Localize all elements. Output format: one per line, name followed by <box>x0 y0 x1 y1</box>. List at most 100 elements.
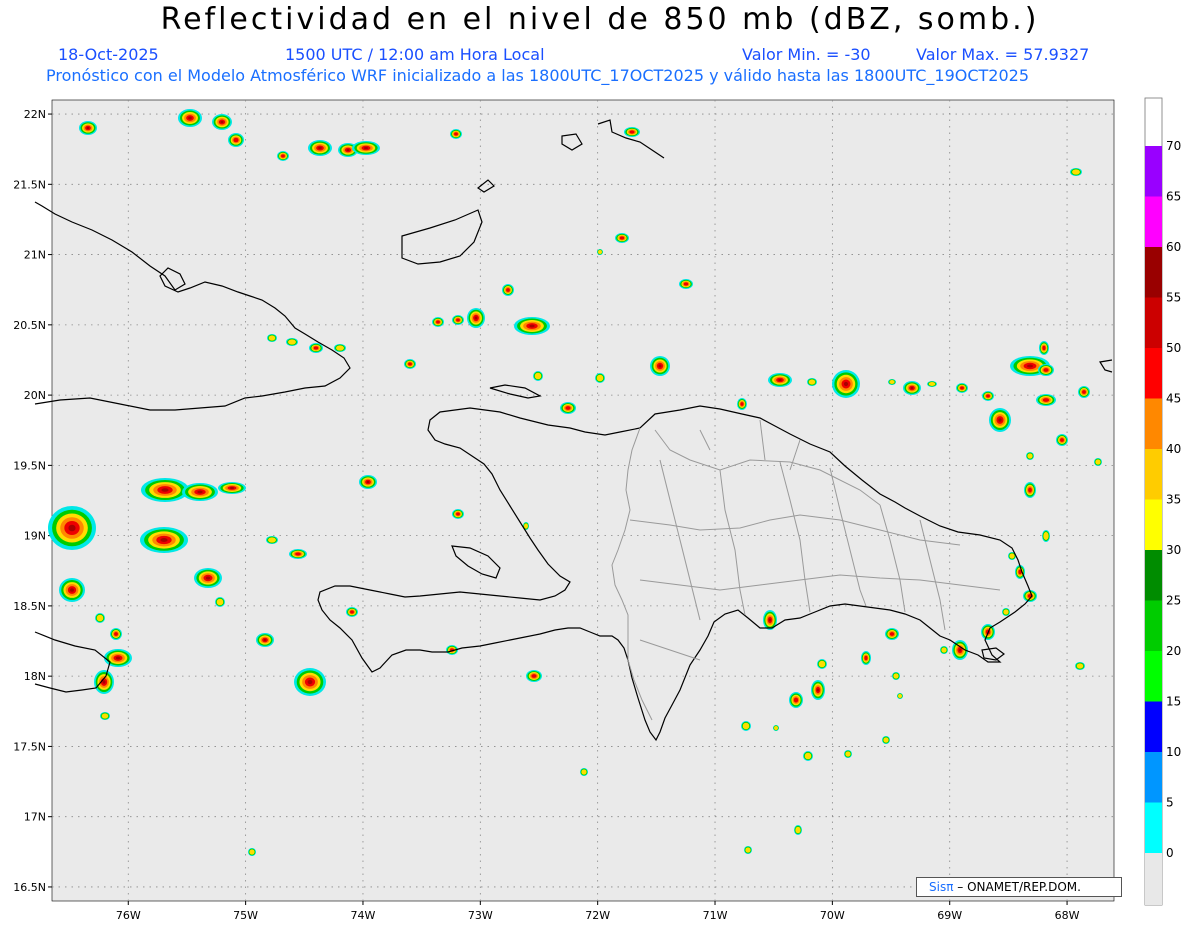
longitude-labels: 76W 75W 74W 73W 72W 71W 70W 69W 68W <box>116 909 1080 922</box>
echo-ring <box>188 116 192 120</box>
echo-ring <box>363 146 369 150</box>
echo-ring <box>436 320 440 324</box>
echo-cell <box>832 370 860 398</box>
colorbar-segment <box>1145 600 1162 651</box>
lat-label: 17N <box>24 811 46 824</box>
echo-cell <box>897 693 903 699</box>
echo-cell <box>526 670 542 682</box>
echo-cell <box>502 284 514 296</box>
echo-ring <box>1043 532 1049 540</box>
credit-org: – ONAMET/REP.DOM. <box>953 880 1081 894</box>
colorbar-label: 45 <box>1166 392 1181 406</box>
echo-ring <box>928 382 936 386</box>
echo-cell <box>218 482 246 494</box>
echo-ring <box>1003 609 1009 615</box>
colorbar-label: 50 <box>1166 341 1181 355</box>
echo-ring <box>229 487 235 489</box>
echo-cell <box>267 334 277 342</box>
echo-ring <box>889 632 895 636</box>
credit-brand: Sisπ <box>929 880 954 894</box>
echo-ring <box>408 362 412 366</box>
lon-label: 71W <box>703 909 728 922</box>
echo-cell <box>1038 364 1054 376</box>
lat-label: 20.5N <box>13 319 46 332</box>
echo-cell <box>597 249 603 255</box>
echo-ring <box>1095 459 1101 465</box>
lat-label: 19.5N <box>13 459 46 472</box>
colorbar-segment <box>1145 348 1162 399</box>
lat-label: 22N <box>24 108 46 121</box>
colorbar-label: 30 <box>1166 543 1181 557</box>
echo-cell <box>1024 482 1036 498</box>
echo-cell <box>737 398 747 410</box>
lat-label: 18.5N <box>13 600 46 613</box>
echo-cell <box>140 527 188 553</box>
colorbar-label: 35 <box>1166 493 1181 507</box>
echo-ring <box>86 126 90 130</box>
colorbar-label: 60 <box>1166 240 1181 254</box>
echo-cell <box>956 383 968 393</box>
echo-ring <box>318 146 322 150</box>
echo-cell <box>104 649 132 667</box>
echo-ring <box>531 674 537 678</box>
colorbar-segment <box>1145 651 1162 702</box>
colorbar-segment <box>1145 196 1162 247</box>
lon-label: 68W <box>1055 909 1080 922</box>
echo-ring <box>1028 487 1032 493</box>
echo-ring <box>864 655 868 661</box>
echo-cell <box>624 127 640 137</box>
echo-cell <box>100 712 110 720</box>
echo-ring <box>986 394 990 398</box>
echo-cell <box>359 475 377 489</box>
echo-cell <box>882 736 890 744</box>
echo-ring <box>366 480 370 484</box>
echo-cell <box>679 279 693 289</box>
echo-ring <box>793 697 799 703</box>
echo-ring <box>534 372 542 380</box>
echo-ring <box>941 647 947 653</box>
colorbar-below-min <box>1145 853 1162 905</box>
lon-label: 74W <box>351 909 376 922</box>
echo-ring <box>1027 364 1033 368</box>
echo-ring <box>843 381 849 387</box>
echo-cell <box>982 391 994 401</box>
echo-ring <box>350 610 354 614</box>
echo-ring <box>160 538 168 542</box>
echo-ring <box>1082 390 1086 394</box>
echo-cell <box>807 378 817 386</box>
lon-label: 72W <box>585 909 610 922</box>
echo-cell <box>1042 530 1050 542</box>
colorbar-label: 55 <box>1166 291 1181 305</box>
echo-ring <box>893 673 899 679</box>
lat-label: 18N <box>24 670 46 683</box>
echo-ring <box>883 737 889 743</box>
echo-ring <box>598 250 602 254</box>
lat-label: 20N <box>24 389 46 402</box>
echo-cell <box>741 721 751 731</box>
colorbar-label: 40 <box>1166 442 1181 456</box>
echo-cell <box>817 659 827 669</box>
echo-cell <box>95 613 105 623</box>
echo-cell <box>789 692 803 708</box>
echo-cell <box>404 359 416 369</box>
echo-cell <box>533 371 543 381</box>
echo-cell <box>927 381 937 387</box>
echo-ring <box>96 614 104 622</box>
echo-cell <box>248 848 256 856</box>
echo-cell <box>452 509 464 519</box>
echo-ring <box>102 680 106 684</box>
echo-cell <box>467 308 485 328</box>
colorbar-label: 25 <box>1166 594 1181 608</box>
echo-cell <box>650 356 670 376</box>
echo-cell <box>346 607 358 617</box>
echo-cell <box>94 670 114 694</box>
echo-cell <box>763 610 777 630</box>
echo-ring <box>898 694 902 698</box>
echo-cell <box>811 680 825 700</box>
echo-ring <box>910 386 914 390</box>
lat-label: 17.5N <box>13 740 46 753</box>
echo-ring <box>816 688 820 692</box>
echo-cell <box>1070 168 1082 176</box>
echo-cell <box>844 750 852 758</box>
echo-cell <box>215 597 225 607</box>
